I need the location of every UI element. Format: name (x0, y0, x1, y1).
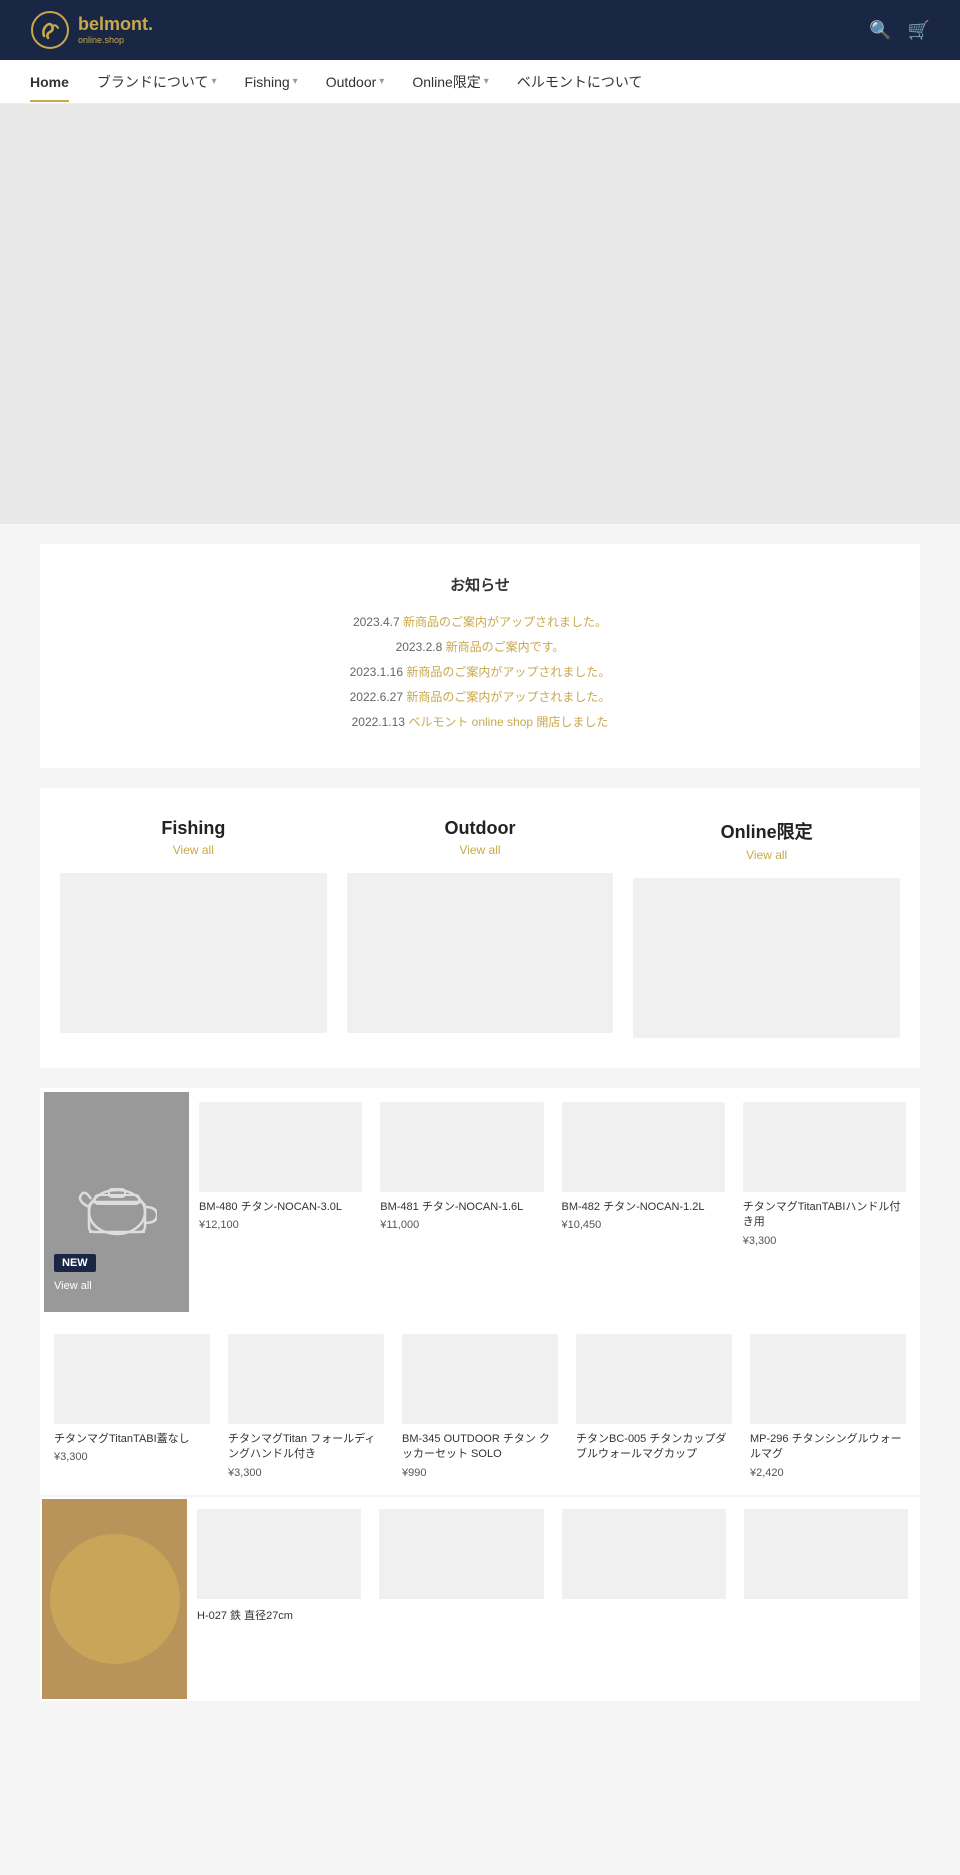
product-card-0[interactable]: BM-480 チタン-NOCAN-3.0L ¥12,100 (191, 1094, 370, 1310)
product-price-r2-0: ¥3,300 (54, 1451, 210, 1463)
product-card-3[interactable]: チタンマグTitanTABIハンドル付き用 ¥3,300 (735, 1094, 914, 1310)
news-section: お知らせ 2023.4.7 新商品のご案内がアップされました。 2023.2.8… (40, 544, 920, 768)
product-card-1[interactable]: BM-481 チタン-NOCAN-1.6L ¥11,000 (372, 1094, 551, 1310)
search-icon[interactable]: 🔍 (869, 20, 891, 41)
product-name-r2-3: チタンBC-005 チタンカップダブルウォールマグカップ (576, 1432, 732, 1463)
bottom-products-grid: H-027 鉄 直径27cm (187, 1499, 918, 1699)
featured-product[interactable]: NEW View all (44, 1092, 189, 1312)
hero-banner (0, 104, 960, 524)
bottom-product-0[interactable]: H-027 鉄 直径27cm (189, 1501, 369, 1697)
logo-text: belmont. (78, 14, 153, 34)
bottom-product-1[interactable] (371, 1501, 551, 1697)
product-image-r2-3 (576, 1334, 732, 1424)
product-price-2: ¥10,450 (562, 1219, 725, 1231)
featured-viewall-link[interactable]: View all (54, 1280, 92, 1292)
product-image-r2-1 (228, 1334, 384, 1424)
product-name-r2-1: チタンマグTitan フォールディングハンドル付き (228, 1432, 384, 1463)
product-price-0: ¥12,100 (199, 1219, 362, 1231)
kettle-icon (77, 1157, 157, 1247)
product-image-0 (199, 1102, 362, 1192)
nav-item-about[interactable]: ベルモントについて (517, 60, 643, 104)
products-section-2: チタンマグTitanTABI蓋なし ¥3,300 チタンマグTitan フォール… (40, 1318, 920, 1495)
bottom-section: H-027 鉄 直径27cm (40, 1497, 920, 1701)
chevron-down-icon: ▾ (484, 76, 489, 87)
product-price-1: ¥11,000 (380, 1219, 543, 1231)
nav-item-brand[interactable]: ブランドについて ▾ (97, 60, 217, 104)
online-category-image (633, 878, 900, 1038)
product-image-3 (743, 1102, 906, 1192)
product-name-r2-4: MP-296 チタンシングルウォールマグ (750, 1432, 906, 1463)
bottom-product-image-2 (562, 1509, 726, 1599)
news-item-3[interactable]: 2022.6.27 新商品のご案内がアップされました。 (80, 688, 880, 705)
product-image-r2-4 (750, 1334, 906, 1424)
fishing-viewall[interactable]: View all (60, 843, 327, 857)
product-image-1 (380, 1102, 543, 1192)
featured-badge: NEW (54, 1254, 96, 1272)
outdoor-category-image (347, 873, 614, 1033)
product-price-r2-4: ¥2,420 (750, 1467, 906, 1479)
product-name-r2-2: BM-345 OUTDOOR チタン クッカーセット SOLO (402, 1432, 558, 1463)
nav-item-online[interactable]: Online限定 ▾ (412, 60, 489, 104)
cart-icon[interactable]: 🛒 (908, 20, 930, 41)
chevron-down-icon: ▾ (379, 76, 384, 87)
nav-item-home[interactable]: Home (30, 62, 69, 102)
category-online: Online限定 View all (633, 818, 900, 1038)
header: belmont. online.shop 🔍 🛒 (0, 0, 960, 60)
chevron-down-icon: ▾ (293, 76, 298, 87)
chevron-down-icon: ▾ (212, 76, 217, 87)
product-card-r2-1[interactable]: チタンマグTitan フォールディングハンドル付き ¥3,300 (220, 1326, 392, 1487)
product-card-r2-3[interactable]: チタンBC-005 チタンカップダブルウォールマグカップ (568, 1326, 740, 1487)
bottom-product-image-3 (744, 1509, 908, 1599)
nav-item-outdoor[interactable]: Outdoor ▾ (326, 62, 385, 102)
product-name-3: チタンマグTitanTABIハンドル付き用 (743, 1200, 906, 1231)
product-price-r2-1: ¥3,300 (228, 1467, 384, 1479)
product-name-r2-0: チタンマグTitanTABI蓋なし (54, 1432, 210, 1447)
news-item-4[interactable]: 2022.1.13 ベルモント online shop 開店しました (80, 713, 880, 730)
products-row-2: チタンマグTitanTABI蓋なし ¥3,300 チタンマグTitan フォール… (44, 1324, 916, 1489)
products-section-1: NEW View all BM-480 チタン-NOCAN-3.0L ¥12,1… (40, 1088, 920, 1318)
news-item-2[interactable]: 2023.1.16 新商品のご案内がアップされました。 (80, 663, 880, 680)
news-item-0[interactable]: 2023.4.7 新商品のご案内がアップされました。 (80, 613, 880, 630)
products-row-1: NEW View all BM-480 チタン-NOCAN-3.0L ¥12,1… (44, 1092, 916, 1312)
logo-icon (30, 10, 70, 50)
news-title: お知らせ (80, 574, 880, 595)
product-price-3: ¥3,300 (743, 1235, 906, 1247)
product-price-r2-2: ¥990 (402, 1467, 558, 1479)
bottom-product-image-1 (379, 1509, 543, 1599)
product-card-r2-2[interactable]: BM-345 OUTDOOR チタン クッカーセット SOLO ¥990 (394, 1326, 566, 1487)
nav: Home ブランドについて ▾ Fishing ▾ Outdoor ▾ Onli… (0, 60, 960, 104)
product-image-r2-0 (54, 1334, 210, 1424)
nav-item-fishing[interactable]: Fishing ▾ (245, 62, 298, 102)
bottom-product-3[interactable] (736, 1501, 916, 1697)
product-card-r2-4[interactable]: MP-296 チタンシングルウォールマグ ¥2,420 (742, 1326, 914, 1487)
online-viewall[interactable]: View all (633, 848, 900, 862)
logo-sub: online.shop (78, 35, 153, 45)
bottom-product-image-0 (197, 1509, 361, 1599)
category-outdoor: Outdoor View all (347, 818, 614, 1038)
category-grid: Fishing View all Outdoor View all Online… (60, 818, 900, 1038)
products-grid-1: BM-480 チタン-NOCAN-3.0L ¥12,100 BM-481 チタン… (189, 1092, 916, 1312)
bottom-product-2[interactable] (554, 1501, 734, 1697)
header-icons: 🔍 🛒 (869, 20, 930, 41)
news-item-1[interactable]: 2023.2.8 新商品のご案内です。 (80, 638, 880, 655)
category-section: Fishing View all Outdoor View all Online… (40, 788, 920, 1068)
product-image-r2-2 (402, 1334, 558, 1424)
bottom-product-name-0: H-027 鉄 直径27cm (197, 1607, 361, 1623)
product-name-0: BM-480 チタン-NOCAN-3.0L (199, 1200, 362, 1215)
bottom-featured-image (42, 1499, 187, 1699)
product-name-1: BM-481 チタン-NOCAN-1.6L (380, 1200, 543, 1215)
product-card-2[interactable]: BM-482 チタン-NOCAN-1.2L ¥10,450 (554, 1094, 733, 1310)
product-card-r2-0[interactable]: チタンマグTitanTABI蓋なし ¥3,300 (46, 1326, 218, 1487)
outdoor-viewall[interactable]: View all (347, 843, 614, 857)
product-image-2 (562, 1102, 725, 1192)
category-fishing: Fishing View all (60, 818, 327, 1038)
fishing-category-image (60, 873, 327, 1033)
logo[interactable]: belmont. online.shop (30, 10, 153, 50)
product-name-2: BM-482 チタン-NOCAN-1.2L (562, 1200, 725, 1215)
